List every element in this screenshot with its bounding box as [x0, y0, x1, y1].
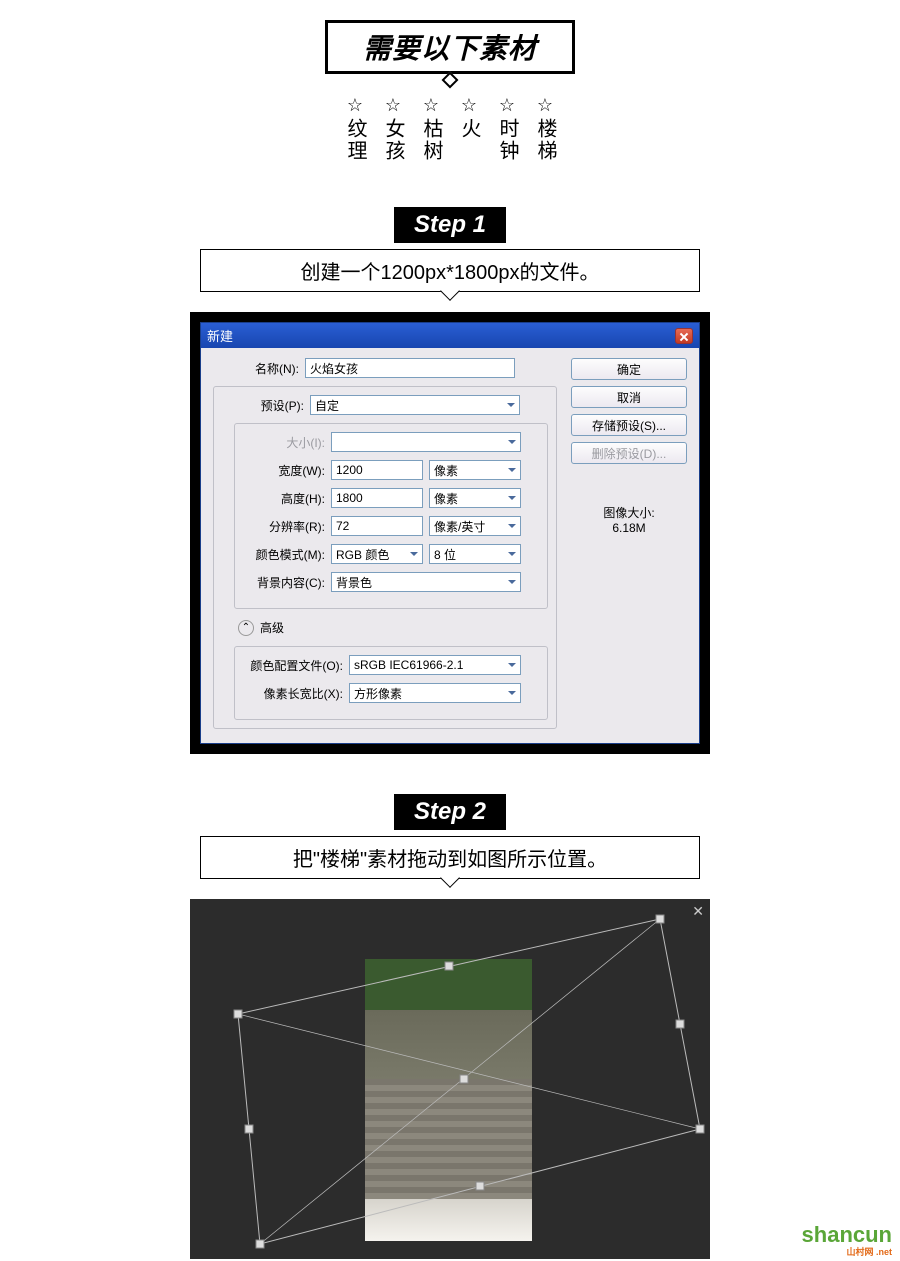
- aspect-label: 像素长宽比(X):: [239, 685, 349, 702]
- list-item: ☆火: [457, 96, 481, 167]
- aspect-select[interactable]: 方形像素: [349, 683, 521, 703]
- color-mode-select[interactable]: RGB 颜色: [331, 544, 423, 564]
- material-label: 枯树: [419, 118, 443, 162]
- star-icon: ☆: [343, 96, 367, 114]
- list-item: ☆ 时钟: [495, 96, 519, 167]
- resolution-input[interactable]: [331, 516, 423, 536]
- height-unit-select[interactable]: 像素: [429, 488, 521, 508]
- stairs-photo[interactable]: [365, 959, 532, 1241]
- profile-label: 颜色配置文件(O):: [239, 657, 349, 674]
- save-preset-button[interactable]: 存储预设(S)...: [571, 414, 687, 436]
- material-label: 女孩: [381, 118, 405, 162]
- materials-heading-box: 需要以下素材: [325, 20, 575, 74]
- bg-label: 背景内容(C):: [239, 574, 331, 591]
- preset-label: 预设(P):: [218, 397, 310, 414]
- close-icon[interactable]: ✕: [692, 903, 704, 920]
- height-label: 高度(H):: [239, 490, 331, 507]
- bg-select[interactable]: 背景色: [331, 572, 521, 592]
- res-unit-select[interactable]: 像素/英寸: [429, 516, 521, 536]
- materials-heading: 需要以下素材: [363, 33, 537, 64]
- stairs-texture: [365, 1079, 532, 1199]
- watermark: shancun 山村网 .net: [802, 1222, 892, 1257]
- star-icon: ☆: [495, 96, 519, 114]
- profile-select[interactable]: sRGB IEC61966-2.1: [349, 655, 521, 675]
- name-input[interactable]: [305, 358, 515, 378]
- dialog-titlebar[interactable]: 新建: [201, 323, 699, 348]
- width-unit-select[interactable]: 像素: [429, 460, 521, 480]
- name-label: 名称(N):: [213, 360, 305, 377]
- step2-canvas: ✕: [190, 899, 710, 1259]
- star-icon: ☆: [381, 96, 405, 114]
- list-item: ☆ 女孩: [381, 96, 405, 167]
- width-input[interactable]: [331, 460, 423, 480]
- size-label: 大小(I):: [239, 434, 331, 451]
- bit-depth-select[interactable]: 8 位: [429, 544, 521, 564]
- step1-badge: Step 1: [394, 207, 506, 243]
- material-label: 火: [457, 118, 481, 140]
- star-icon: ☆: [419, 96, 443, 114]
- ok-button[interactable]: 确定: [571, 358, 687, 380]
- materials-list: ☆纹理 ☆女孩 ☆枯树 ☆火 ☆时钟 ☆楼梯: [0, 96, 900, 167]
- res-label: 分辨率(R):: [239, 518, 331, 535]
- dialog-screenshot: 新建 名称(N): 预设(P):自定 大小(I): 宽度(W): 像素 高度(H)…: [190, 312, 710, 754]
- chevron-up-icon: ⌃: [238, 620, 254, 636]
- star-icon: ☆: [457, 96, 481, 114]
- list-item: ☆ 纹理: [343, 96, 367, 167]
- preset-select[interactable]: 自定: [310, 395, 520, 415]
- size-select: [331, 432, 521, 452]
- mode-label: 颜色模式(M):: [239, 546, 331, 563]
- height-input[interactable]: [331, 488, 423, 508]
- image-size-info: 图像大小: 6.18M: [571, 504, 687, 535]
- width-label: 宽度(W):: [239, 462, 331, 479]
- step2-badge: Step 2: [394, 794, 506, 830]
- material-label: 纹理: [343, 118, 367, 162]
- list-item: ☆ 楼梯: [533, 96, 557, 167]
- decor-diamond: [442, 72, 459, 89]
- advanced-toggle[interactable]: ⌃高级: [238, 619, 548, 636]
- list-item: ☆ 枯树: [419, 96, 443, 167]
- close-icon[interactable]: [675, 328, 693, 344]
- delete-preset-button: 删除预设(D)...: [571, 442, 687, 464]
- material-label: 楼梯: [533, 118, 557, 162]
- cancel-button[interactable]: 取消: [571, 386, 687, 408]
- star-icon: ☆: [533, 96, 557, 114]
- dialog-title: 新建: [207, 326, 233, 345]
- material-label: 时钟: [495, 118, 519, 162]
